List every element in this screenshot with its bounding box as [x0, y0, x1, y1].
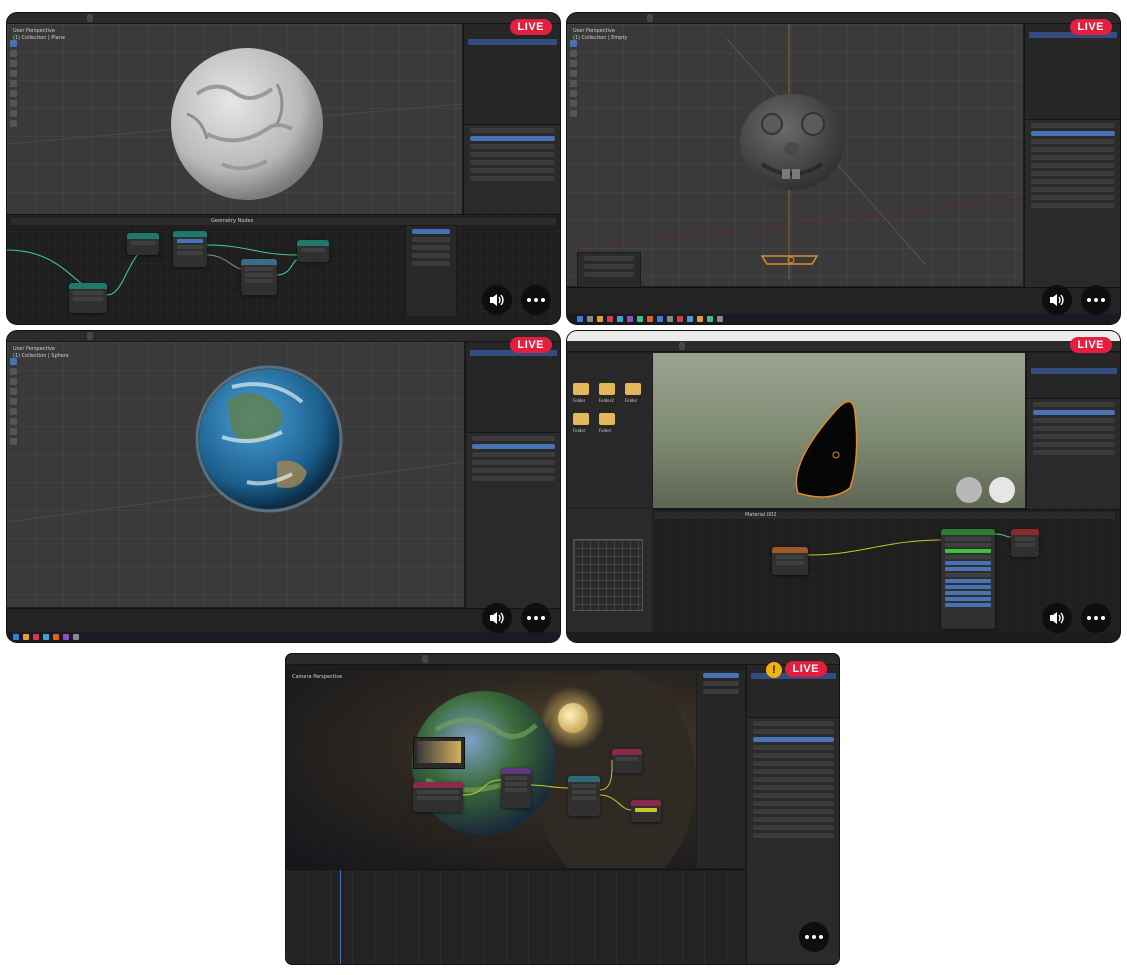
live-badge: LIVE — [509, 337, 552, 353]
compositor-links — [462, 759, 632, 811]
outliner-panel[interactable] — [1024, 24, 1120, 119]
blender-topbar — [7, 331, 560, 342]
playhead[interactable] — [340, 870, 341, 964]
more-options-button[interactable] — [1081, 285, 1111, 315]
mute-button[interactable] — [482, 285, 512, 315]
outliner-panel[interactable] — [465, 342, 560, 432]
node-group-input[interactable] — [69, 283, 107, 313]
more-options-icon — [1087, 616, 1105, 620]
node-group-output[interactable] — [297, 240, 329, 262]
timeline[interactable] — [567, 287, 1120, 315]
blender-topbar — [7, 13, 560, 24]
more-options-button[interactable] — [521, 285, 551, 315]
uv-editor[interactable] — [567, 509, 652, 632]
more-options-button[interactable] — [1081, 603, 1111, 633]
more-options-button[interactable] — [521, 603, 551, 633]
blender-topbar — [286, 654, 839, 665]
folder-label: Folder — [573, 398, 586, 403]
workspace-tabs — [366, 655, 436, 663]
folder-icon[interactable] — [599, 383, 615, 395]
node-noise[interactable] — [241, 259, 277, 295]
folder-icon[interactable] — [625, 383, 641, 395]
3d-viewport[interactable]: User Perspective (1) Collection | Sphere — [7, 342, 464, 607]
more-options-icon — [805, 935, 823, 939]
properties-panel[interactable] — [465, 432, 560, 608]
stream-tile-2[interactable]: User Perspective (1) Collection | Empty — [567, 13, 1120, 324]
sculpted-sphere — [7, 48, 462, 200]
stream-tile-1[interactable]: User Perspective (1) Collection | Plane … — [7, 13, 560, 324]
properties-panel[interactable] — [1024, 119, 1120, 287]
properties-panel[interactable] — [1026, 398, 1120, 509]
3d-viewport-rendered[interactable]: Camera Perspective — [286, 670, 696, 868]
more-options-icon — [527, 616, 545, 620]
cartoon-face-model — [567, 24, 1023, 279]
warning-icon[interactable]: ! — [766, 662, 782, 678]
folder-label: Folder — [599, 428, 612, 433]
stream-tile-5[interactable]: Camera Perspective LIVE ! — [286, 654, 839, 964]
live-badge: LIVE — [784, 661, 827, 677]
workspace-tabs — [647, 342, 701, 350]
workspace-tabs — [647, 14, 701, 22]
node-set-position[interactable] — [173, 231, 207, 267]
n-panel[interactable] — [697, 670, 745, 868]
timeline[interactable] — [7, 608, 560, 633]
blender-topbar — [567, 13, 1120, 24]
speaker-volume-icon — [1050, 294, 1064, 306]
geometry-node-editor[interactable]: Geometry Nodes — [7, 214, 560, 324]
3d-viewport[interactable]: User Perspective (1) Collection | Plane — [7, 24, 462, 224]
windows-taskbar — [7, 632, 560, 642]
operator-panel[interactable] — [577, 252, 641, 288]
more-options-button[interactable] — [799, 922, 829, 952]
blender-menubar — [567, 341, 1120, 352]
node-principled-bsdf[interactable] — [941, 529, 995, 629]
speaker-volume-icon — [490, 612, 504, 624]
folder-label: Folder — [625, 398, 638, 403]
folder-label: Folder2 — [599, 398, 614, 403]
folder-icon[interactable] — [573, 383, 589, 395]
outliner-panel[interactable] — [1026, 353, 1120, 398]
folder-label: Folder — [573, 428, 586, 433]
speaker-volume-icon — [1050, 612, 1064, 624]
3d-viewport-rendered[interactable] — [653, 353, 1025, 508]
workspace-tabs — [87, 14, 149, 22]
live-badge: LIVE — [509, 19, 552, 35]
folder-icon[interactable] — [573, 413, 589, 425]
windows-taskbar — [567, 314, 1120, 324]
3d-viewport[interactable]: User Perspective (1) Collection | Empty — [567, 24, 1023, 288]
mute-button[interactable] — [1042, 603, 1072, 633]
more-options-icon — [527, 298, 545, 302]
dark-leaf-object — [795, 400, 1015, 503]
earth-globe — [7, 365, 464, 523]
stream-tile-4[interactable]: Folder Folder2 Folder Folder Folder Mate… — [567, 331, 1120, 642]
workspace-tabs — [87, 332, 149, 340]
properties-panel[interactable] — [463, 124, 560, 225]
folder-icon[interactable] — [599, 413, 615, 425]
speaker-volume-icon — [490, 294, 504, 306]
stream-tile-3[interactable]: User Perspective (1) Collection | Sphere… — [7, 331, 560, 642]
node-sidebar[interactable] — [405, 225, 457, 317]
more-options-icon — [1087, 298, 1105, 302]
live-badge: LIVE — [1069, 337, 1112, 353]
mute-button[interactable] — [1042, 285, 1072, 315]
outliner-panel[interactable] — [463, 24, 560, 124]
dope-sheet-timeline[interactable] — [286, 869, 746, 964]
file-browser[interactable]: Folder Folder2 Folder Folder Folder — [567, 353, 652, 508]
node-material-output[interactable] — [1011, 529, 1039, 557]
mute-button[interactable] — [482, 603, 512, 633]
node-distribute[interactable] — [127, 233, 159, 255]
node-image-texture[interactable] — [772, 547, 808, 575]
live-badge: LIVE — [1069, 19, 1112, 35]
